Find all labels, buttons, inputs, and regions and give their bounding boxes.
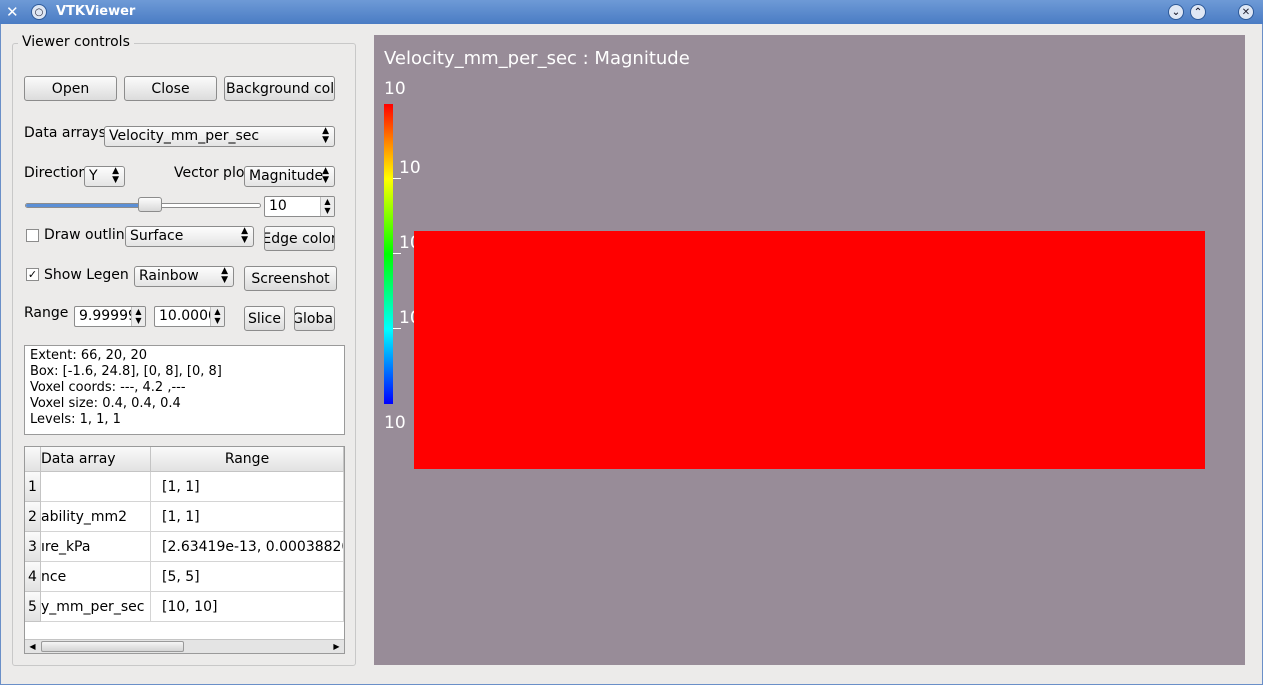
global-button[interactable]: Global [294,306,335,331]
legend-tick [393,178,401,179]
data-arrays-value: Velocity_mm_per_sec [109,128,260,144]
row-header[interactable]: 2 [25,502,41,532]
minimize-icon[interactable]: ⌄ [1168,4,1184,20]
table-corner [25,447,41,472]
legend-tick [393,328,401,329]
legend-label: 10 [384,413,406,433]
table-cell-range[interactable]: [2.63419e-13, 0.000388205] [151,532,344,562]
draw-outline-checkbox[interactable] [26,229,39,242]
range-max-spinbox[interactable]: 10.0000 ▲ ▼ [154,306,225,327]
show-legend-label: Show Legen [44,267,129,283]
table-cell-name[interactable]: nce [41,562,151,592]
updown-arrow-icon: ▲ ▼ [322,126,329,145]
range-min-spinbox[interactable]: 9.99999 ▲ ▼ [74,306,146,327]
color-legend-bar [384,104,393,404]
vector-plot-value: Magnitude [249,168,324,184]
updown-arrow-icon: ▲ ▼ [112,166,119,185]
box-text: Box: [-1.6, 24.8], [0, 8], [0, 8] [30,364,222,379]
direction-value: Y [89,168,98,184]
data-arrays-label: Data arrays: [24,125,111,141]
info-text-box: Extent: 66, 20, 20 Box: [-1.6, 24.8], [0… [24,345,345,435]
table-cell-range[interactable]: [1, 1] [151,472,344,502]
column-header-data-array[interactable]: Data array [41,447,151,472]
scroll-left-icon[interactable]: ◀ [26,640,39,653]
column-header-range[interactable]: Range [151,447,344,472]
legend-tick [393,253,401,254]
open-button[interactable]: Open [24,76,117,101]
title-bar: ✕ ○ VTKViewer ⌄ ⌃ ✕ [0,0,1263,24]
row-header[interactable]: 1 [25,472,41,502]
app-icon: ✕ [6,3,19,21]
updown-arrow-icon: ▲ ▼ [221,266,228,285]
slider-fill [26,204,151,207]
slider-handle[interactable] [138,197,162,212]
table-cell-range[interactable]: [1, 1] [151,502,344,532]
maximize-icon[interactable]: ⌃ [1190,4,1206,20]
voxel-coords-text: Voxel coords: ---, 4.2 ,--- [30,380,186,395]
table-cell-name[interactable]: ıre_kPa [41,532,151,562]
direction-label: Directior [24,165,85,181]
screenshot-button[interactable]: Screenshot [244,266,337,291]
column-header-label: Data array [41,451,116,467]
colormap-value: Rainbow [139,268,199,284]
range-min-value: 9.99999 [79,308,137,324]
levels-text: Levels: 1, 1, 1 [30,412,121,427]
rendered-slice[interactable] [414,231,1205,469]
column-header-label: Range [224,451,270,467]
slice-spinbox[interactable]: 10 ▲ ▼ [264,196,335,217]
range-max-value: 10.0000 [159,308,217,324]
row-header[interactable]: 5 [25,592,41,622]
background-color-button[interactable]: Background color [224,76,335,101]
show-legend-checkbox[interactable]: ✓ [26,268,39,281]
scroll-right-icon[interactable]: ▶ [330,640,343,653]
legend-label: 10 [399,158,421,178]
surface-value: Surface [130,228,184,244]
legend-label: 10 [384,79,406,99]
window-menu-icon[interactable]: ○ [31,4,47,20]
data-arrays-select[interactable]: Velocity_mm_per_sec ▲ ▼ [104,126,335,147]
data-array-table[interactable]: Data array Range 1 [1, 1] 2 ability_mm2 … [24,446,345,654]
slice-spinbox-value: 10 [269,198,287,214]
voxel-size-text: Voxel size: 0.4, 0.4, 0.4 [30,396,181,411]
range-label: Range [24,305,69,321]
spin-arrows-icon[interactable]: ▲ ▼ [210,307,224,326]
edge-color-button[interactable]: Edge color [264,226,335,251]
spin-arrows-icon[interactable]: ▲ ▼ [320,197,334,216]
slice-button[interactable]: Slice [244,306,285,331]
close-button[interactable]: Close [124,76,217,101]
colormap-select[interactable]: Rainbow ▲ ▼ [134,266,234,287]
updown-arrow-icon: ▲ ▼ [241,226,248,245]
row-header[interactable]: 4 [25,562,41,592]
horizontal-scrollbar[interactable]: ◀ ▶ [25,639,344,653]
table-cell-name[interactable]: y_mm_per_sec [41,592,151,622]
table-cell-name[interactable] [41,472,151,502]
spin-arrows-icon[interactable]: ▲ ▼ [131,307,145,326]
row-header[interactable]: 3 [25,532,41,562]
direction-select[interactable]: Y ▲ ▼ [84,166,125,187]
scrollbar-thumb[interactable] [41,641,184,652]
vector-plot-label: Vector plot: [174,165,255,181]
extent-text: Extent: 66, 20, 20 [30,348,148,363]
close-window-icon[interactable]: ✕ [1238,4,1254,20]
render-viewport[interactable]: Velocity_mm_per_sec : Magnitude 10 10 10… [374,35,1245,665]
table-cell-range[interactable]: [10, 10] [151,592,344,622]
viewport-title: Velocity_mm_per_sec : Magnitude [384,48,690,69]
updown-arrow-icon: ▲ ▼ [322,166,329,185]
table-cell-range[interactable]: [5, 5] [151,562,344,592]
surface-select[interactable]: Surface ▲ ▼ [125,226,254,247]
window-title: VTKViewer [56,4,136,19]
draw-outline-label: Draw outline [44,227,134,243]
viewer-controls-title: Viewer controls [18,34,134,50]
vector-plot-select[interactable]: Magnitude ▲ ▼ [244,166,335,187]
table-cell-name[interactable]: ability_mm2 [41,502,151,532]
